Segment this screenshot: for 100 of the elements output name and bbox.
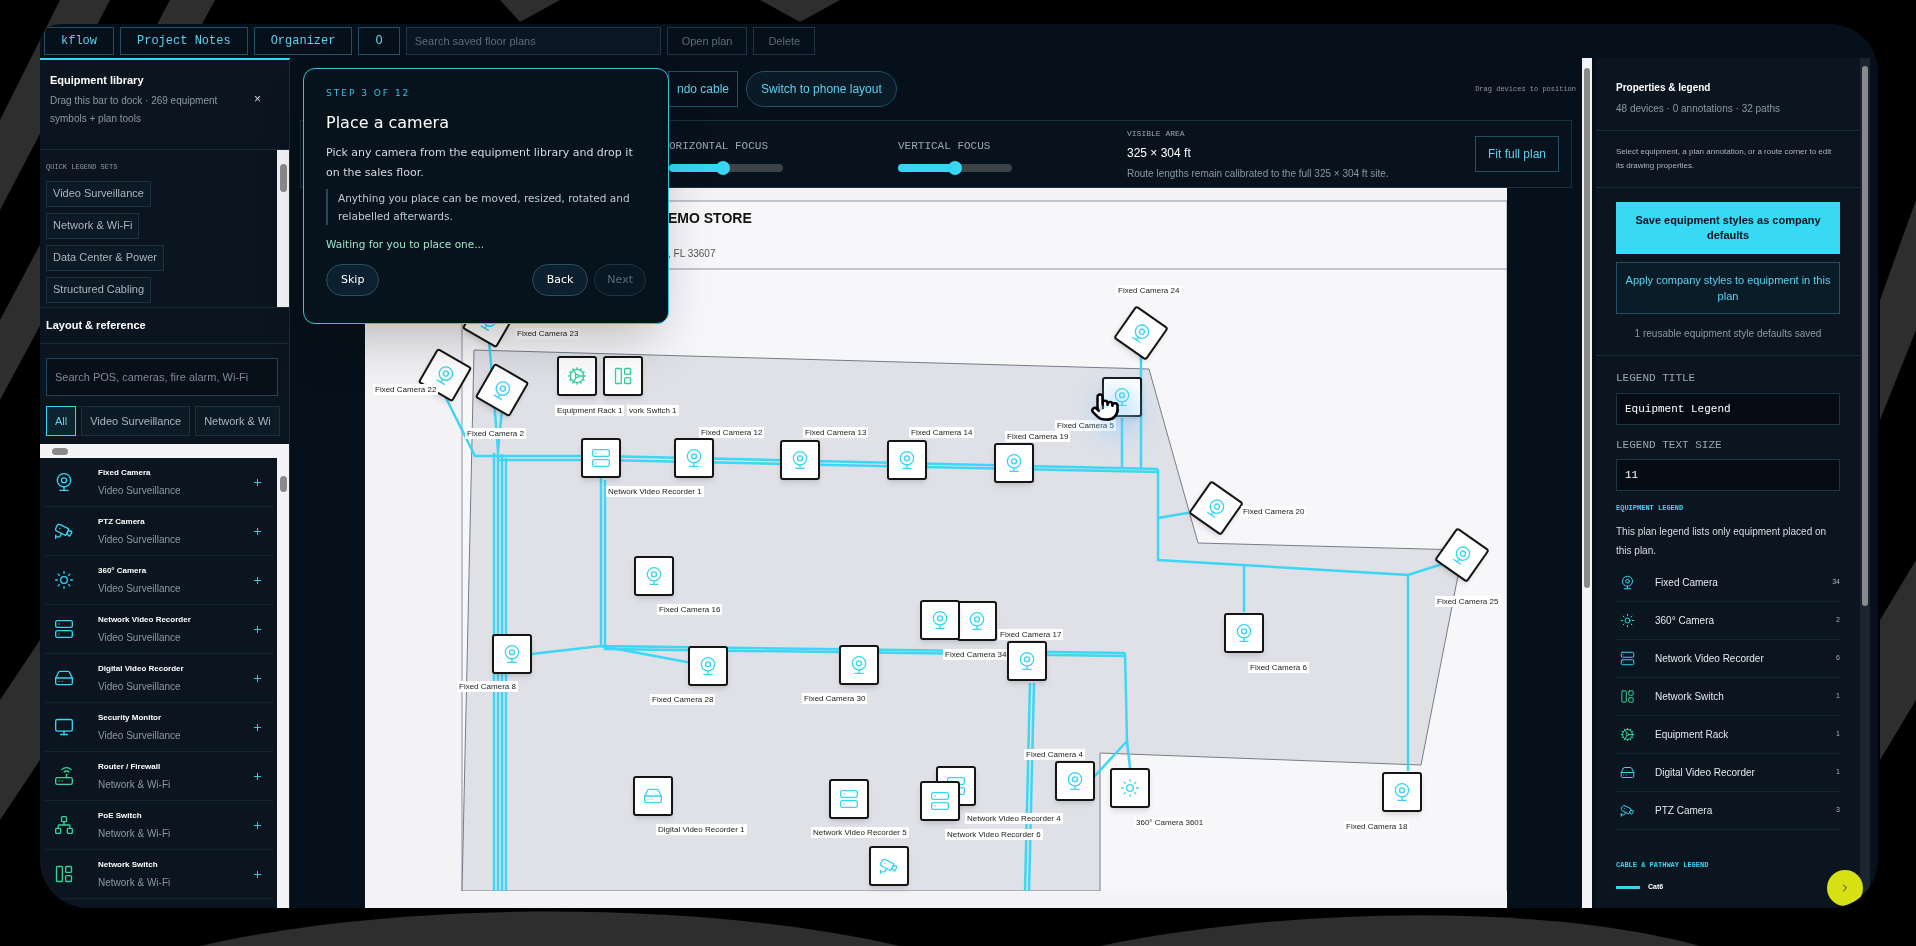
legend-set-chip[interactable]: Network & Wi-Fi <box>46 212 140 239</box>
vertical-scrollbar[interactable] <box>277 150 289 307</box>
saved-note: 1 reusable equipment style defaults saved <box>1633 327 1823 341</box>
field-label: LEGEND TEXT SIZE <box>1616 437 1723 453</box>
device-label: Fixed Camera 12 <box>699 427 765 438</box>
toolbar-button[interactable]: O <box>358 27 400 55</box>
device-symbol[interactable] <box>674 438 714 478</box>
slider-thumb[interactable] <box>715 161 730 176</box>
toolbar-button[interactable]: Project Notes <box>120 27 248 55</box>
device-symbol[interactable] <box>688 646 728 686</box>
item-category: Video Surveillance <box>98 728 182 743</box>
focus-slider[interactable] <box>898 164 1012 173</box>
device-symbol[interactable] <box>1110 768 1150 808</box>
device-symbol[interactable] <box>1382 772 1422 812</box>
filter-chip[interactable]: All <box>46 406 77 436</box>
focus-slider[interactable] <box>669 164 783 173</box>
device-symbol[interactable] <box>887 440 927 480</box>
device-symbol[interactable] <box>581 438 621 478</box>
device-label: Fixed Camera 8 <box>457 681 518 692</box>
camera-icon <box>1004 453 1024 473</box>
toolbar-button[interactable]: Delete <box>753 27 816 55</box>
input-field[interactable]: Equipment Legend <box>1616 392 1840 425</box>
apply-styles-button[interactable]: Apply company styles to equipment in this plan <box>1616 262 1840 314</box>
device-symbol[interactable] <box>869 846 909 886</box>
device-label: Fixed Camera 16 <box>657 604 723 615</box>
device-symbol[interactable] <box>1055 761 1095 801</box>
legend-set-chip[interactable]: Structured Cabling <box>46 276 152 303</box>
device-label: Network Video Recorder 1 <box>606 486 704 497</box>
camera-icon <box>1620 574 1635 590</box>
camera-icon <box>684 448 704 468</box>
server-icon <box>591 448 611 468</box>
equipment-list-item[interactable]: Digital Video Recorder Video Surveillance <box>44 654 273 703</box>
equipment-list-item[interactable]: 360° Camera Video Surveillance <box>44 556 273 605</box>
equipment-list-item[interactable]: PoE Switch Network & Wi-Fi <box>44 801 273 850</box>
device-symbol[interactable] <box>920 600 960 640</box>
save-defaults-button[interactable]: Save equipment styles as company defaults <box>1616 202 1840 254</box>
toolbar-button[interactable]: Organizer <box>253 27 353 55</box>
equipment-list-item[interactable]: Network Switch Network & Wi-Fi <box>44 850 273 899</box>
monitor-icon <box>54 717 74 737</box>
device-symbol[interactable] <box>492 634 532 674</box>
visible-area-note: Route lengths remain calibrated to the full 325 × 304 ft site. <box>1127 166 1390 181</box>
search-field[interactable]: Search POS, cameras, fire alarm, Wi-Fi <box>46 358 278 396</box>
device-symbol[interactable] <box>920 781 960 821</box>
vertical-scrollbar[interactable] <box>1582 58 1592 908</box>
device-symbol[interactable] <box>557 356 597 396</box>
server-icon <box>839 789 859 809</box>
horizontal-scrollbar[interactable] <box>40 444 289 458</box>
add-icon[interactable] <box>252 770 263 782</box>
add-icon[interactable] <box>252 574 263 586</box>
add-icon[interactable] <box>252 868 263 880</box>
device-symbol[interactable] <box>603 356 643 396</box>
device-symbol[interactable] <box>839 645 879 685</box>
add-icon[interactable] <box>252 476 263 488</box>
search-field[interactable]: Search saved floor plans <box>405 27 661 55</box>
item-name: Security Monitor <box>98 711 163 724</box>
close-button[interactable]: × <box>254 90 261 108</box>
hand-cursor-icon <box>1090 392 1120 422</box>
filter-chip[interactable]: Video Surveillance <box>81 406 191 436</box>
toolbar-button[interactable]: kflow <box>44 27 114 55</box>
toolbar-button[interactable]: Open plan <box>666 27 748 55</box>
add-icon[interactable] <box>252 819 263 831</box>
equipment-list-item[interactable]: Fixed Camera Video Surveillance <box>44 458 273 507</box>
add-icon[interactable] <box>252 623 263 635</box>
device-label: Equipment Rack 1 <box>555 405 625 416</box>
device-symbol[interactable] <box>634 556 674 596</box>
device-label: Fixed Camera 14 <box>909 427 975 438</box>
slider-label: VERTICAL FOCUS <box>898 138 992 154</box>
device-symbol[interactable] <box>633 776 673 816</box>
vertical-scrollbar[interactable] <box>277 458 289 908</box>
equipment-list-item[interactable]: Network Video Recorder Video Surveillance <box>44 605 273 654</box>
panel-layout-icon <box>1620 688 1635 704</box>
equipment-list-item[interactable]: Security Monitor Video Surveillance <box>44 703 273 752</box>
add-icon[interactable] <box>252 525 263 537</box>
add-icon[interactable] <box>252 672 263 684</box>
legend-set-chip[interactable]: Data Center & Power <box>46 244 164 271</box>
item-category: Network & Wi-Fi <box>98 826 172 841</box>
device-symbol[interactable] <box>780 440 820 480</box>
add-icon[interactable] <box>252 721 263 733</box>
tour-button[interactable]: Skip <box>326 264 380 297</box>
legend-set-chip[interactable]: Video Surveillance <box>46 180 151 207</box>
input-field[interactable]: 11 <box>1616 459 1840 491</box>
fit-plan-button[interactable]: Fit full plan <box>1474 136 1559 172</box>
device-label: Fixed Camera 19 <box>1005 431 1071 442</box>
slider-thumb[interactable] <box>948 161 962 176</box>
equipment-list-item[interactable]: Router / Firewall Network & Wi-Fi <box>44 752 273 801</box>
device-symbol[interactable] <box>1007 641 1047 681</box>
server-icon <box>1620 650 1635 666</box>
camera-icon <box>698 656 718 676</box>
device-label: 360° Camera 3601 <box>1134 817 1206 828</box>
device-symbol[interactable] <box>957 601 997 641</box>
device-symbol[interactable] <box>1224 613 1264 653</box>
equipment-list-item[interactable]: PTZ Camera Video Surveillance <box>44 507 273 556</box>
item-category: Video Surveillance <box>98 630 182 645</box>
phone-layout-button[interactable]: Switch to phone layout <box>746 71 897 107</box>
item-category: Video Surveillance <box>98 532 182 547</box>
filter-chip[interactable]: Network & Wi <box>195 406 280 436</box>
device-symbol[interactable] <box>994 443 1034 483</box>
device-symbol[interactable] <box>829 779 869 819</box>
device-label: Fixed Camera 24 <box>1116 285 1182 296</box>
tour-button[interactable]: Back <box>531 264 589 297</box>
